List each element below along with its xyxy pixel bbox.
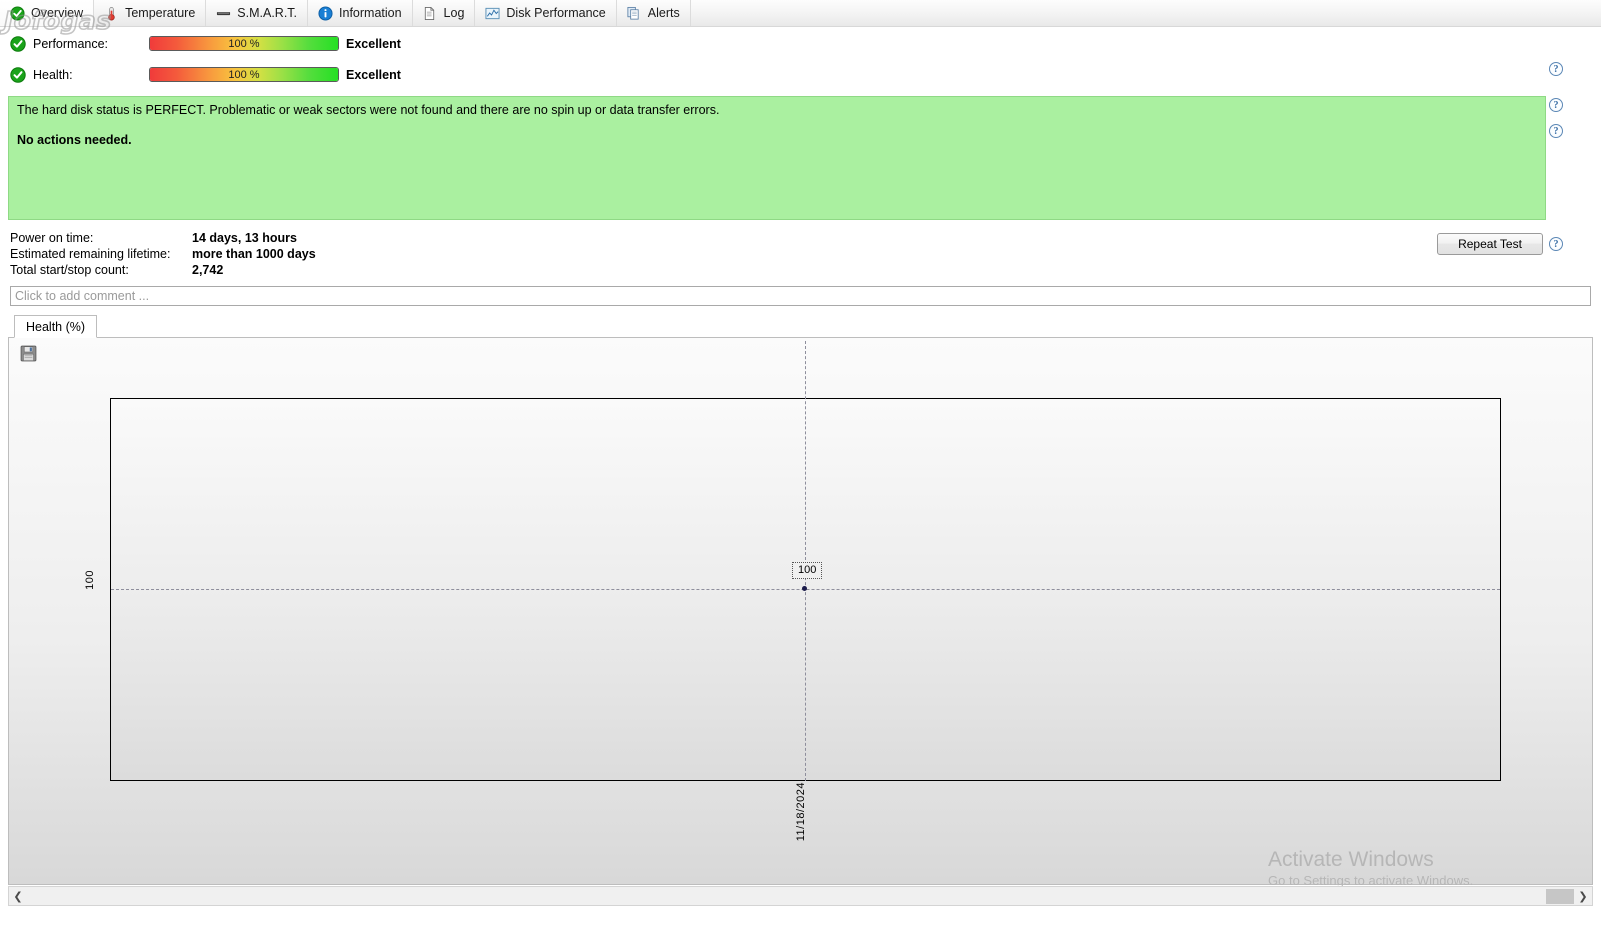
info-row-remaining-lifetime: Estimated remaining lifetime: more than … [10, 247, 316, 263]
scrollbar-thumb[interactable] [1546, 889, 1574, 904]
health-progress-bar: 100 % [149, 67, 339, 82]
drive-info-table: Power on time: 14 days, 13 hours Estimat… [10, 231, 316, 279]
app-window: Overview Temperature S.M.A.R.T. Informat… [0, 0, 1601, 931]
performance-progress-bar: 100 % [149, 36, 339, 51]
floppy-save-icon[interactable] [17, 343, 39, 363]
info-row-power-on-time: Power on time: 14 days, 13 hours [10, 231, 316, 247]
thermometer-icon [103, 5, 119, 21]
check-circle-icon [9, 5, 25, 21]
tab-log[interactable]: Log [413, 0, 476, 26]
tab-smart-label: S.M.A.R.T. [237, 6, 298, 20]
status-message-panel: The hard disk status is PERFECT. Problem… [8, 96, 1546, 220]
main-tab-bar: Overview Temperature S.M.A.R.T. Informat… [0, 0, 1601, 27]
tab-temperature[interactable]: Temperature [94, 0, 207, 26]
health-percent-text: 100 % [228, 69, 260, 81]
health-label: Health: [33, 67, 73, 82]
info-circle-icon [317, 5, 333, 21]
chart-data-point[interactable] [802, 586, 807, 591]
health-rating: Excellent [346, 67, 401, 82]
chart-icon [484, 5, 500, 21]
status-message-primary: The hard disk status is PERFECT. Problem… [17, 103, 720, 117]
chart-tab-strip: Health (%) [8, 315, 1593, 338]
health-check-icon [10, 66, 26, 83]
tab-health-percent[interactable]: Health (%) [14, 315, 98, 338]
performance-rating: Excellent [346, 36, 401, 51]
document-icon [422, 5, 438, 21]
tab-disk-performance[interactable]: Disk Performance [475, 0, 617, 26]
performance-label: Performance: [33, 36, 109, 51]
help-icon-repeat-test[interactable]: ? [1549, 237, 1563, 251]
tab-disk-performance-label: Disk Performance [506, 6, 606, 20]
performance-percent-text: 100 % [228, 38, 260, 50]
help-icon-message[interactable]: ? [1549, 98, 1563, 112]
info-value: more than 1000 days [192, 247, 316, 261]
tab-log-label: Log [443, 6, 465, 20]
chart-x-axis-tick-label: 11/18/2024 [795, 782, 807, 842]
info-key: Estimated remaining lifetime: [10, 247, 171, 261]
tab-overview[interactable]: Overview [0, 0, 95, 26]
chart-plot-area: 100 [110, 341, 1501, 781]
info-key: Total start/stop count: [10, 263, 129, 277]
comment-input[interactable]: Click to add comment ... [10, 286, 1591, 306]
repeat-test-button[interactable]: Repeat Test [1437, 233, 1543, 255]
copy-document-icon [626, 5, 642, 21]
help-icon-health[interactable]: ? [1549, 124, 1563, 138]
tab-alerts-label: Alerts [647, 6, 680, 20]
performance-check-icon [10, 35, 26, 52]
smart-bar-icon [215, 5, 231, 21]
scroll-right-arrow-icon[interactable]: ❯ [1574, 887, 1592, 905]
info-value: 2,742 [192, 263, 224, 277]
tab-alerts[interactable]: Alerts [617, 0, 691, 26]
performance-status-row: Performance: 100 % Excellent ? [0, 28, 1601, 76]
status-message-action: No actions needed. [17, 133, 132, 147]
chart-data-point-label: 100 [792, 562, 823, 579]
tab-overview-label: Overview [31, 6, 84, 20]
scroll-left-arrow-icon[interactable]: ❮ [9, 887, 27, 905]
info-row-start-stop-count: Total start/stop count: 2,742 [10, 263, 316, 279]
tab-temperature-label: Temperature [125, 6, 196, 20]
info-key: Power on time: [10, 231, 94, 245]
tab-information[interactable]: Information [308, 0, 413, 26]
health-status-row: Health: 100 % Excellent ? [0, 59, 1601, 138]
chart-gridline-vertical [805, 341, 806, 781]
chart-y-axis-tick-label: 100 [84, 570, 96, 590]
info-value: 14 days, 13 hours [192, 231, 297, 245]
tab-smart[interactable]: S.M.A.R.T. [206, 0, 309, 26]
horizontal-scrollbar[interactable]: ❮ ❯ [8, 886, 1593, 906]
tab-information-label: Information [339, 6, 402, 20]
